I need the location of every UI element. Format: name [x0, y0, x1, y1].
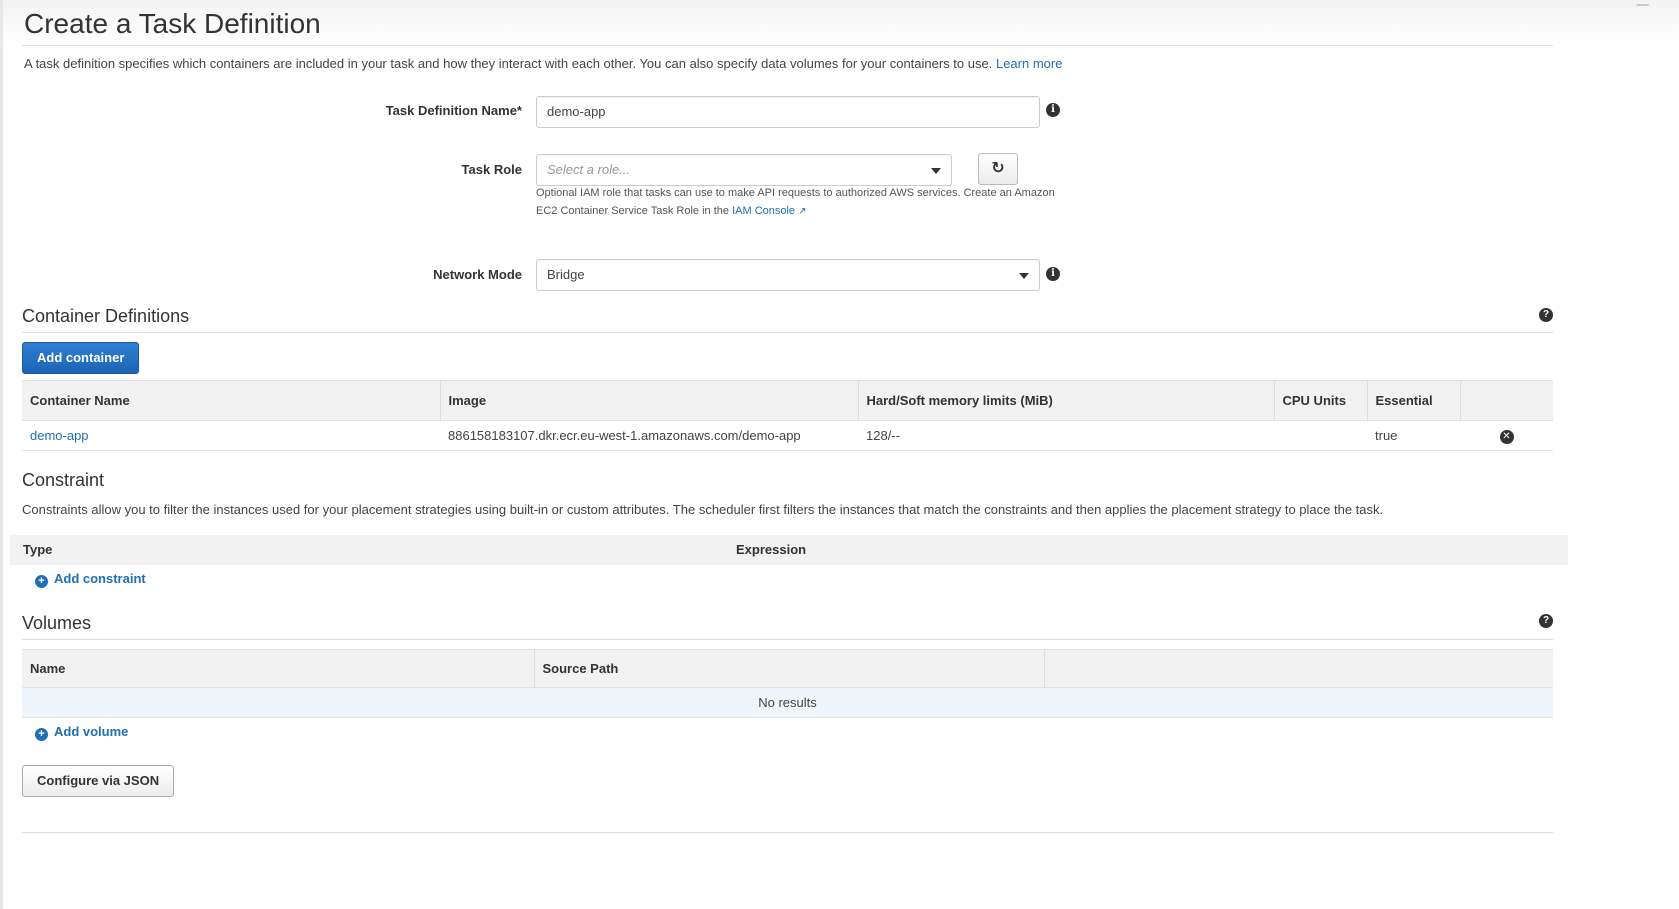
- no-results: No results: [22, 687, 1553, 718]
- column-header[interactable]: Container Name: [22, 380, 441, 421]
- network-mode-select[interactable]: Bridge: [536, 259, 1040, 291]
- constraint-title: Constraint: [22, 470, 105, 490]
- chevron-down-icon: [931, 168, 941, 174]
- network-mode-value: Bridge: [547, 267, 585, 282]
- container-definitions-title: Container Definitions: [22, 306, 190, 326]
- column-header[interactable]: Name: [22, 649, 535, 688]
- volumes-title: Volumes: [22, 613, 92, 633]
- plus-circle-icon: +: [35, 575, 48, 588]
- column-header[interactable]: Essential: [1367, 380, 1461, 421]
- task-role-placeholder: Select a role...: [547, 162, 631, 177]
- constraint-table-header: Type Expression: [10, 535, 1568, 565]
- task-role-hint-text: Optional IAM role that tasks can use to …: [536, 187, 1055, 217]
- footer-divider: [22, 832, 1553, 833]
- column-header-empty: [1044, 649, 1553, 688]
- chevron-down-icon: [1019, 273, 1029, 279]
- question-circle-icon[interactable]: ?: [1539, 614, 1553, 628]
- page-title: Create a Task Definition: [24, 8, 321, 39]
- column-header: Expression: [736, 542, 807, 557]
- learn-more-link[interactable]: Learn more: [996, 56, 1062, 71]
- add-volume-label: Add volume: [54, 724, 129, 739]
- task-role-hint: Optional IAM role that tasks can use to …: [536, 184, 1056, 221]
- add-volume-link[interactable]: + Add volume: [35, 724, 128, 741]
- task-definition-name-value: demo-app: [547, 104, 606, 119]
- container-memory: 128/--: [858, 420, 1274, 451]
- add-constraint-link[interactable]: + Add constraint: [35, 571, 146, 588]
- title-divider: [22, 45, 1553, 46]
- table-header-row: Container Name Image Hard/Soft memory li…: [22, 380, 1553, 421]
- task-role-label: Task Role: [461, 162, 522, 177]
- column-header[interactable]: Hard/Soft memory limits (MiB): [858, 380, 1275, 421]
- refresh-roles-button[interactable]: ↻: [978, 153, 1018, 185]
- intro-description: A task definition specifies which contai…: [24, 56, 993, 71]
- left-border: [0, 0, 3, 909]
- task-definition-name-label: Task Definition Name*: [385, 103, 522, 118]
- container-cpu: [1274, 420, 1367, 451]
- container-essential: true: [1367, 420, 1460, 451]
- task-role-select[interactable]: Select a role...: [536, 154, 952, 186]
- add-constraint-label: Add constraint: [54, 571, 146, 586]
- column-header[interactable]: Image: [440, 380, 859, 421]
- column-header-actions: [1460, 380, 1553, 421]
- container-definitions-divider: [22, 332, 1553, 333]
- external-link-icon: ↗: [798, 206, 807, 217]
- configure-via-json-button[interactable]: Configure via JSON: [22, 765, 175, 797]
- table-row: No results: [22, 687, 1553, 718]
- container-name-link[interactable]: demo-app: [30, 428, 89, 443]
- intro-text: A task definition specifies which contai…: [24, 56, 1062, 71]
- table-header-row: Name Source Path: [22, 649, 1553, 688]
- remove-circle-icon[interactable]: ✕: [1499, 430, 1514, 444]
- table-row: demo-app 886158183107.dkr.ecr.eu-west-1.…: [22, 420, 1553, 451]
- column-header[interactable]: Source Path: [534, 649, 1045, 688]
- task-definition-name-input[interactable]: demo-app: [536, 96, 1040, 128]
- question-circle-icon[interactable]: ?: [1539, 308, 1553, 322]
- plus-circle-icon: +: [35, 728, 48, 741]
- info-icon[interactable]: i: [1046, 103, 1060, 117]
- container-definitions-table: Container Name Image Hard/Soft memory li…: [22, 380, 1553, 451]
- network-mode-label: Network Mode: [433, 267, 522, 282]
- volumes-table: Name Source Path No results: [22, 649, 1553, 718]
- column-header[interactable]: CPU Units: [1274, 380, 1368, 421]
- container-image: 886158183107.dkr.ecr.eu-west-1.amazonaws…: [440, 420, 858, 451]
- refresh-icon: ↻: [991, 160, 1005, 177]
- page: Create a Task Definition A task definiti…: [0, 0, 1679, 909]
- add-container-button[interactable]: Add container: [22, 342, 140, 374]
- iam-console-link[interactable]: IAM Console: [732, 205, 795, 217]
- constraint-description: Constraints allow you to filter the inst…: [22, 502, 1384, 517]
- column-header: Type: [23, 542, 53, 557]
- volumes-divider: [22, 639, 1553, 640]
- info-icon[interactable]: i: [1046, 267, 1060, 281]
